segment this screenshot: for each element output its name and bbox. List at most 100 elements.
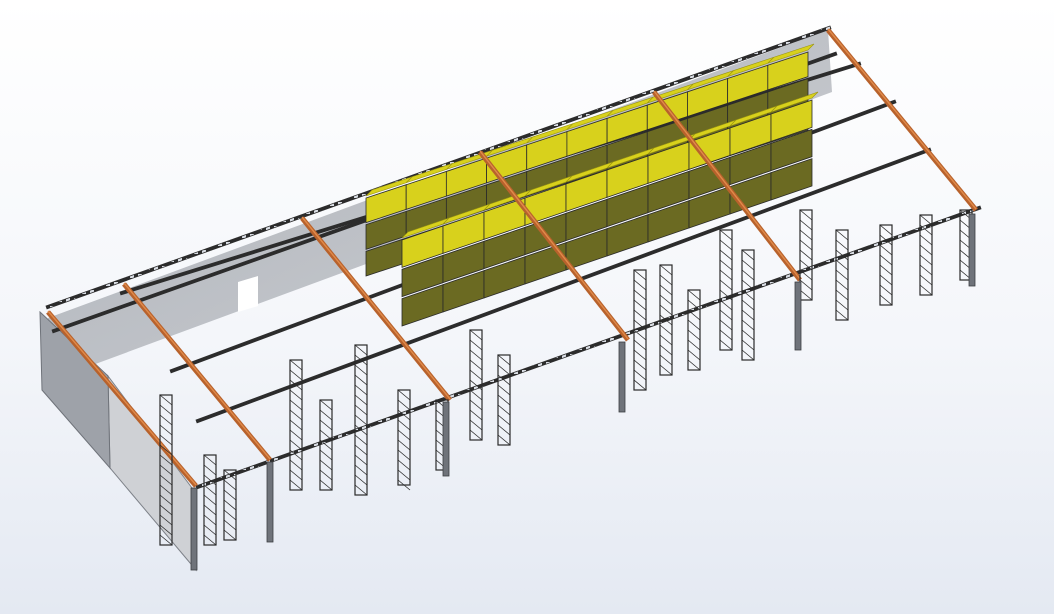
scaffold-brace	[354, 344, 368, 356]
scaffold-brace	[469, 419, 483, 431]
warehouse-frame-model	[39, 25, 982, 572]
scaffold-brace	[289, 439, 303, 451]
scaffold-brace	[799, 219, 813, 231]
scaffold-brace	[919, 274, 933, 286]
scaffold-brace	[633, 269, 647, 281]
cad-3d-viewport[interactable]	[0, 0, 1054, 614]
scaffold-brace	[354, 464, 368, 476]
scaffold-brace	[799, 239, 813, 251]
scaffold-brace	[799, 289, 813, 301]
scaffold-brace	[159, 404, 173, 416]
scaffold-brace	[469, 399, 483, 411]
scaffold-brace	[397, 469, 411, 481]
scaffold-brace	[497, 364, 511, 376]
scaffold-brace	[223, 479, 237, 491]
scaffold-brace	[633, 379, 647, 391]
scaffold-brace	[223, 489, 237, 501]
scaffold-brace	[469, 409, 483, 421]
scaffold-brace	[289, 429, 303, 441]
scaffold-brace	[469, 359, 483, 371]
scaffold-brace	[397, 419, 411, 431]
scaffold-brace	[289, 479, 303, 491]
scaffold-brace	[879, 254, 893, 266]
scaffold-brace	[203, 454, 217, 466]
column	[190, 487, 198, 571]
column	[442, 401, 450, 477]
scaffold-brace	[203, 484, 217, 496]
scaffold-brace	[319, 479, 333, 491]
scaffold-brace	[319, 399, 333, 411]
scaffold-brace	[919, 234, 933, 246]
scaffold-brace	[835, 229, 849, 241]
scaffold-brace	[289, 389, 303, 401]
scaffold-brace	[319, 469, 333, 481]
scaffold-brace	[835, 299, 849, 311]
scaffold-brace	[319, 409, 333, 421]
scaffold-brace	[633, 279, 647, 291]
scaffold-brace	[469, 369, 483, 381]
scaffold-brace	[497, 354, 511, 366]
scaffold-brace	[719, 229, 733, 241]
scaffold-brace	[469, 339, 483, 351]
scaffold-brace	[835, 279, 849, 291]
scaffold-brace	[289, 359, 303, 371]
scaffold-brace	[835, 309, 849, 321]
scaffold-brace	[879, 274, 893, 286]
scaffold-brace	[497, 404, 511, 416]
scaffold-brace	[633, 359, 647, 371]
scaffold-brace	[719, 259, 733, 271]
scaffold-brace	[659, 334, 673, 346]
scaffold-brace	[659, 284, 673, 296]
column	[968, 213, 976, 287]
scaffold-brace	[469, 349, 483, 361]
scaffold-brace	[319, 459, 333, 471]
scaffold-brace	[659, 324, 673, 336]
back-wall-opening	[238, 276, 258, 312]
scaffold-brace	[159, 394, 173, 406]
scaffold-brace	[879, 224, 893, 236]
pallet-racking	[365, 43, 819, 327]
scaffold-brace	[879, 244, 893, 256]
scaffold-brace	[397, 429, 411, 441]
scaffold-brace	[879, 294, 893, 306]
scaffold-brace	[203, 504, 217, 516]
scaffold-brace	[719, 309, 733, 321]
scaffold-brace	[354, 394, 368, 406]
scaffold-brace	[687, 329, 701, 341]
scaffold-brace	[919, 214, 933, 226]
scaffold-brace	[497, 384, 511, 396]
scaffold-brace	[397, 439, 411, 451]
scaffold-brace	[203, 464, 217, 476]
scaffold-brace	[799, 229, 813, 241]
scaffold-brace	[223, 519, 237, 531]
scaffold-brace	[741, 329, 755, 341]
scaffold-brace	[799, 279, 813, 291]
scaffold-brace	[354, 404, 368, 416]
scaffold-brace	[319, 449, 333, 461]
scaffold-brace	[633, 329, 647, 341]
scaffold-brace	[469, 429, 483, 441]
scaffold-brace	[497, 434, 511, 446]
scaffold-brace	[741, 339, 755, 351]
scaffold-brace	[879, 264, 893, 276]
scaffold-brace	[289, 469, 303, 481]
scaffold-brace	[354, 474, 368, 486]
scaffold-brace	[354, 454, 368, 466]
scaffold-brace	[687, 319, 701, 331]
scaffold-brace	[919, 284, 933, 296]
scaffold-brace	[719, 239, 733, 251]
column	[618, 341, 626, 413]
scaffold-brace	[354, 364, 368, 376]
scaffold-brace	[835, 289, 849, 301]
scaffold-brace	[659, 274, 673, 286]
scaffold-brace	[741, 319, 755, 331]
scaffold-brace	[741, 309, 755, 321]
scaffold-brace	[719, 339, 733, 351]
scaffold-brace	[203, 494, 217, 506]
scaffold-brace	[497, 424, 511, 436]
scaffold-brace	[354, 414, 368, 426]
scaffold-brace	[397, 449, 411, 461]
scaffold-brace	[289, 409, 303, 421]
scaffold-brace	[741, 349, 755, 361]
scaffold-brace	[354, 384, 368, 396]
